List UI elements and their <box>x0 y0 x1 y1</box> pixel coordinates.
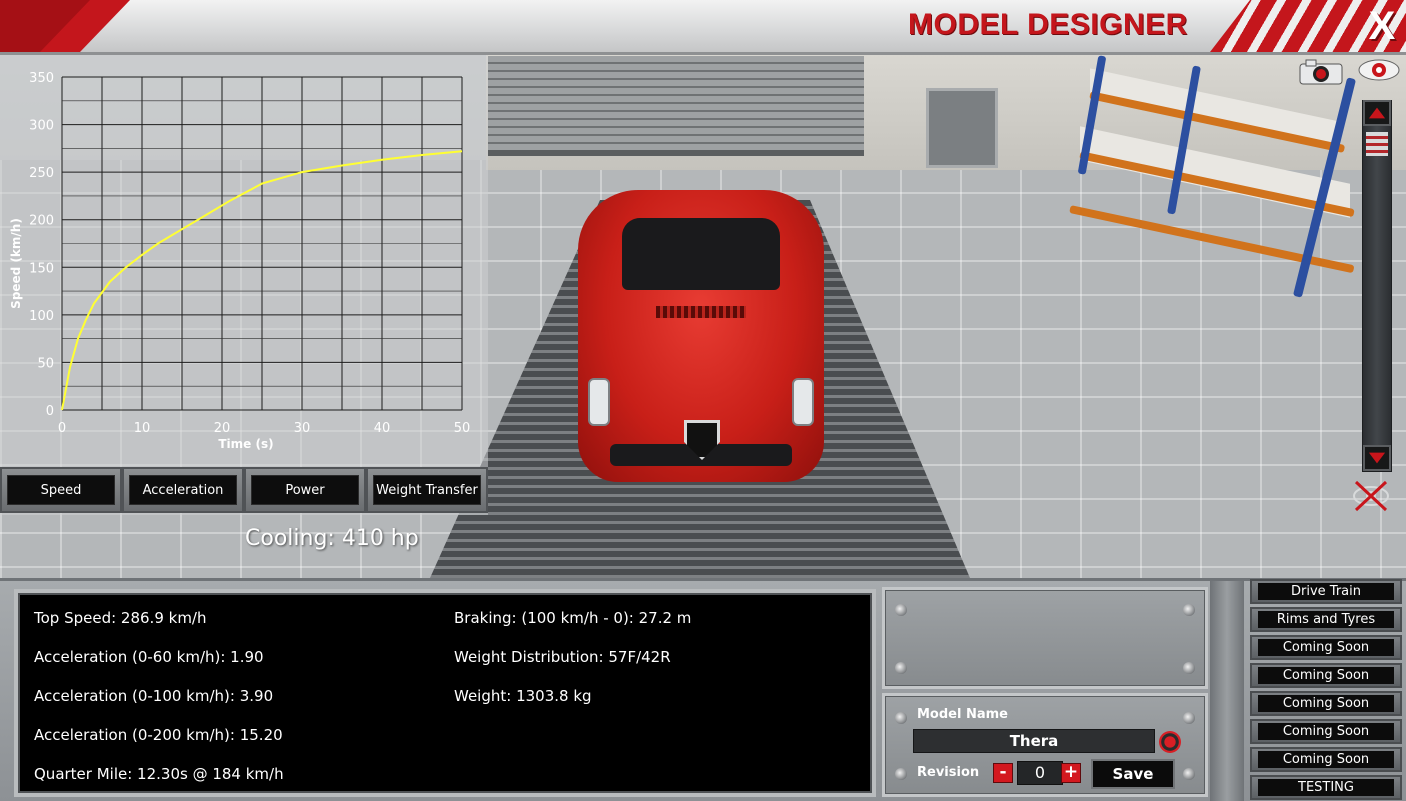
save-button[interactable]: Save <box>1091 759 1175 789</box>
y-tick-label: 0 <box>46 404 54 419</box>
y-axis-label: Speed (km/h) <box>9 218 23 309</box>
menu-item-label: Coming Soon <box>1258 667 1394 684</box>
y-tick-label: 300 <box>29 119 54 134</box>
car-headlight-right <box>792 378 814 426</box>
bolt-icon <box>1183 768 1195 780</box>
menu-item-coming-soon-3[interactable]: Coming Soon <box>1250 691 1402 716</box>
garage-door <box>488 56 864 156</box>
y-tick-label: 50 <box>37 356 54 371</box>
y-tick-label: 150 <box>29 261 54 276</box>
eye-off-icon[interactable] <box>1350 478 1392 514</box>
tab-acceleration-label: Acceleration <box>129 475 237 505</box>
car-hood-vent <box>656 306 746 318</box>
x-tick-label: 50 <box>454 421 471 436</box>
wall-door <box>926 88 998 168</box>
chevron-up-icon <box>1368 107 1386 119</box>
model-name-label: Model Name <box>917 707 1008 722</box>
tab-power[interactable]: Power <box>244 467 366 513</box>
x-tick-label: 40 <box>374 421 391 436</box>
menu-item-coming-soon-4[interactable]: Coming Soon <box>1250 719 1402 744</box>
stat-weight: Weight: 1303.8 kg <box>454 687 592 705</box>
title-bar: MODEL DESIGNER X <box>0 0 1406 55</box>
stat-braking: Braking: (100 km/h - 0): 27.2 m <box>454 609 692 627</box>
graph-tabs: Speed Acceleration Power Weight Transfer <box>0 467 488 513</box>
bolt-icon <box>1183 662 1195 674</box>
menu-item-coming-soon-2[interactable]: Coming Soon <box>1250 663 1402 688</box>
stat-quarter-mile: Quarter Mile: 12.30s @ 184 km/h <box>34 765 284 783</box>
y-tick-label: 100 <box>29 309 54 324</box>
panel-rail <box>1210 581 1244 801</box>
tab-weight-transfer-label: Weight Transfer <box>373 475 481 505</box>
menu-item-label: Drive Train <box>1258 583 1394 600</box>
bolt-icon <box>895 604 907 616</box>
side-menu: Drive Train Rims and Tyres Coming Soon C… <box>1248 579 1406 801</box>
bolt-icon <box>1183 604 1195 616</box>
bolt-icon <box>895 768 907 780</box>
bolt-icon <box>895 712 907 724</box>
tab-speed-label: Speed <box>7 475 115 505</box>
bolt-icon <box>1183 712 1195 724</box>
scroll-up-button[interactable] <box>1363 100 1391 126</box>
stat-top-speed: Top Speed: 286.9 km/h <box>34 609 207 627</box>
eye-icon[interactable] <box>1356 56 1402 84</box>
x-tick-label: 30 <box>294 421 311 436</box>
x-tick-label: 10 <box>134 421 151 436</box>
bolt-icon <box>895 662 907 674</box>
stat-weight-distribution: Weight Distribution: 57F/42R <box>454 648 671 666</box>
performance-graph-panel: 0 10 20 30 40 50 0 50 100 150 200 250 300 350 Time (s)… <box>0 55 488 515</box>
storage-shelf <box>1069 55 1360 300</box>
x-axis-label: Time (s) <box>218 437 273 451</box>
bottom-panel: Top Speed: 286.9 km/h Acceleration (0-60… <box>0 578 1406 801</box>
scroll-thumb[interactable] <box>1366 132 1388 156</box>
menu-item-label: Coming Soon <box>1258 751 1394 768</box>
car-headlight-left <box>588 378 610 426</box>
stat-acceleration-100: Acceleration (0-100 km/h): 3.90 <box>34 687 274 705</box>
menu-item-label: TESTING <box>1258 779 1394 796</box>
camera-icon[interactable] <box>1298 58 1344 86</box>
scroll-down-button[interactable] <box>1363 445 1391 471</box>
menu-item-label: Coming Soon <box>1258 639 1394 656</box>
stats-panel: Top Speed: 286.9 km/h Acceleration (0-60… <box>14 589 876 797</box>
stat-acceleration-200: Acceleration (0-200 km/h): 15.20 <box>34 726 283 744</box>
close-button[interactable]: X <box>1362 4 1402 48</box>
tab-acceleration[interactable]: Acceleration <box>122 467 244 513</box>
menu-item-rims-and-tyres[interactable]: Rims and Tyres <box>1250 607 1402 632</box>
menu-item-label: Coming Soon <box>1258 695 1394 712</box>
revision-increment-button[interactable]: + <box>1061 763 1081 783</box>
menu-item-drive-train[interactable]: Drive Train <box>1250 579 1402 604</box>
model-name-plate: Model Name Thera Revision - 0 + Save <box>882 693 1208 797</box>
randomize-name-icon[interactable] <box>1159 731 1181 753</box>
revision-decrement-button[interactable]: - <box>993 763 1013 783</box>
car-windshield <box>622 218 780 290</box>
speed-chart: 0 10 20 30 40 50 0 50 100 150 200 250 300 350 Time (s)… <box>9 71 471 451</box>
page-title: MODEL DESIGNER <box>908 8 1188 41</box>
menu-item-testing[interactable]: TESTING <box>1250 775 1402 800</box>
menu-item-label: Coming Soon <box>1258 723 1394 740</box>
tab-speed[interactable]: Speed <box>0 467 122 513</box>
stat-acceleration-60: Acceleration (0-60 km/h): 1.90 <box>34 648 264 666</box>
y-tick-label: 350 <box>29 71 54 86</box>
model-name-input[interactable]: Thera <box>913 729 1155 753</box>
y-tick-label: 250 <box>29 166 54 181</box>
x-tick-label: 0 <box>58 421 66 436</box>
menu-item-label: Rims and Tyres <box>1258 611 1394 628</box>
menu-item-coming-soon-5[interactable]: Coming Soon <box>1250 747 1402 772</box>
blank-plate <box>882 587 1208 689</box>
y-tick-label: 200 <box>29 214 54 229</box>
menu-item-coming-soon-1[interactable]: Coming Soon <box>1250 635 1402 660</box>
revision-value: 0 <box>1017 761 1063 785</box>
cooling-readout: Cooling: 410 hp <box>245 526 419 551</box>
tab-weight-transfer[interactable]: Weight Transfer <box>366 467 488 513</box>
x-tick-label: 20 <box>214 421 231 436</box>
chevron-down-icon <box>1368 452 1386 464</box>
tab-power-label: Power <box>251 475 359 505</box>
revision-label: Revision <box>917 765 980 780</box>
car-model[interactable] <box>570 180 832 485</box>
